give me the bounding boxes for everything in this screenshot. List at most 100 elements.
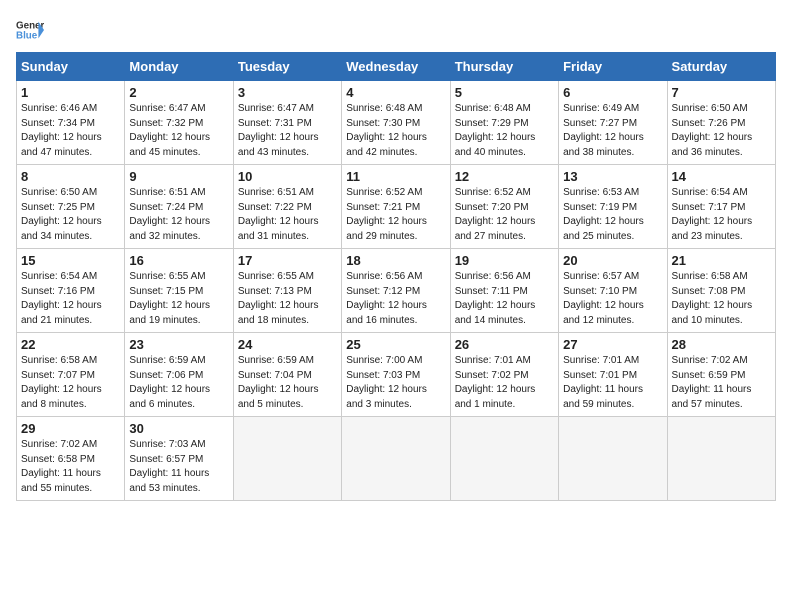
calendar-cell: 14 Sunrise: 6:54 AMSunset: 7:17 PMDayligh… — [667, 165, 775, 249]
calendar-cell: 28 Sunrise: 7:02 AMSunset: 6:59 PMDayligh… — [667, 333, 775, 417]
day-number: 8 — [21, 169, 120, 184]
day-info: Sunrise: 6:56 AMSunset: 7:12 PMDaylight:… — [346, 271, 427, 326]
calendar-cell: 15 Sunrise: 6:54 AMSunset: 7:16 PMDayligh… — [17, 249, 125, 333]
day-info: Sunrise: 6:54 AMSunset: 7:16 PMDaylight:… — [21, 271, 102, 326]
svg-text:Blue: Blue — [16, 30, 38, 41]
calendar-week-5: 29 Sunrise: 7:02 AMSunset: 6:58 PMDayligh… — [17, 417, 776, 501]
day-info: Sunrise: 6:48 AMSunset: 7:30 PMDaylight:… — [346, 103, 427, 158]
day-info: Sunrise: 6:55 AMSunset: 7:13 PMDaylight:… — [238, 271, 319, 326]
day-info: Sunrise: 6:58 AMSunset: 7:08 PMDaylight:… — [672, 271, 753, 326]
weekday-header-wednesday: Wednesday — [342, 53, 450, 81]
weekday-header-saturday: Saturday — [667, 53, 775, 81]
day-number: 20 — [563, 253, 662, 268]
calendar-cell: 5Sunrise: 6:48 AMSunset: 7:29 PMDaylight… — [450, 81, 558, 165]
day-number: 12 — [455, 169, 554, 184]
calendar-cell: 23 Sunrise: 6:59 AMSunset: 7:06 PMDayligh… — [125, 333, 233, 417]
day-number: 2 — [129, 85, 228, 100]
weekday-header-tuesday: Tuesday — [233, 53, 341, 81]
weekday-header-friday: Friday — [559, 53, 667, 81]
calendar-week-4: 22Sunrise: 6:58 AMSunset: 7:07 PMDayligh… — [17, 333, 776, 417]
day-info: Sunrise: 6:50 AMSunset: 7:25 PMDaylight:… — [21, 187, 102, 242]
day-info: Sunrise: 6:48 AMSunset: 7:29 PMDaylight:… — [455, 103, 536, 158]
day-number: 9 — [129, 169, 228, 184]
day-number: 16 — [129, 253, 228, 268]
day-info: Sunrise: 6:57 AMSunset: 7:10 PMDaylight:… — [563, 271, 644, 326]
day-number: 22 — [21, 337, 120, 352]
day-number: 29 — [21, 421, 120, 436]
day-info: Sunrise: 6:50 AMSunset: 7:26 PMDaylight:… — [672, 103, 753, 158]
calendar-cell: 10Sunrise: 6:51 AMSunset: 7:22 PMDayligh… — [233, 165, 341, 249]
day-info: Sunrise: 6:46 AMSunset: 7:34 PMDaylight:… — [21, 103, 102, 158]
day-number: 21 — [672, 253, 771, 268]
calendar-cell: 1 Sunrise: 6:46 AMSunset: 7:34 PMDaylight… — [17, 81, 125, 165]
calendar-cell: 30 Sunrise: 7:03 AMSunset: 6:57 PMDayligh… — [125, 417, 233, 501]
day-info: Sunrise: 6:56 AMSunset: 7:11 PMDaylight:… — [455, 271, 536, 326]
calendar-cell — [233, 417, 341, 501]
day-number: 18 — [346, 253, 445, 268]
calendar-week-3: 15 Sunrise: 6:54 AMSunset: 7:16 PMDayligh… — [17, 249, 776, 333]
day-number: 19 — [455, 253, 554, 268]
calendar-week-2: 8 Sunrise: 6:50 AMSunset: 7:25 PMDaylight… — [17, 165, 776, 249]
day-number: 10 — [238, 169, 337, 184]
logo: General Blue — [16, 16, 44, 44]
calendar-cell: 25 Sunrise: 7:00 AMSunset: 7:03 PMDayligh… — [342, 333, 450, 417]
day-info: Sunrise: 6:59 AMSunset: 7:06 PMDaylight:… — [129, 355, 210, 410]
logo-icon: General Blue — [16, 16, 44, 44]
weekday-header-monday: Monday — [125, 53, 233, 81]
day-info: Sunrise: 6:49 AMSunset: 7:27 PMDaylight:… — [563, 103, 644, 158]
day-number: 23 — [129, 337, 228, 352]
day-info: Sunrise: 6:52 AMSunset: 7:21 PMDaylight:… — [346, 187, 427, 242]
day-number: 26 — [455, 337, 554, 352]
day-info: Sunrise: 6:47 AMSunset: 7:31 PMDaylight:… — [238, 103, 319, 158]
day-number: 30 — [129, 421, 228, 436]
day-number: 3 — [238, 85, 337, 100]
calendar-cell — [667, 417, 775, 501]
day-info: Sunrise: 7:01 AMSunset: 7:02 PMDaylight:… — [455, 355, 536, 410]
day-number: 14 — [672, 169, 771, 184]
weekday-header-sunday: Sunday — [17, 53, 125, 81]
day-info: Sunrise: 6:59 AMSunset: 7:04 PMDaylight:… — [238, 355, 319, 410]
day-info: Sunrise: 6:51 AMSunset: 7:24 PMDaylight:… — [129, 187, 210, 242]
calendar-cell: 9 Sunrise: 6:51 AMSunset: 7:24 PMDaylight… — [125, 165, 233, 249]
calendar-cell — [450, 417, 558, 501]
calendar-week-1: 1 Sunrise: 6:46 AMSunset: 7:34 PMDaylight… — [17, 81, 776, 165]
calendar-cell: 13 Sunrise: 6:53 AMSunset: 7:19 PMDayligh… — [559, 165, 667, 249]
page-header: General Blue — [16, 16, 776, 44]
day-number: 13 — [563, 169, 662, 184]
calendar-table: SundayMondayTuesdayWednesdayThursdayFrid… — [16, 52, 776, 501]
calendar-cell — [559, 417, 667, 501]
day-info: Sunrise: 7:00 AMSunset: 7:03 PMDaylight:… — [346, 355, 427, 410]
calendar-cell: 6 Sunrise: 6:49 AMSunset: 7:27 PMDaylight… — [559, 81, 667, 165]
calendar-cell: 17 Sunrise: 6:55 AMSunset: 7:13 PMDayligh… — [233, 249, 341, 333]
calendar-cell: 29 Sunrise: 7:02 AMSunset: 6:58 PMDayligh… — [17, 417, 125, 501]
day-number: 27 — [563, 337, 662, 352]
day-info: Sunrise: 7:01 AMSunset: 7:01 PMDaylight:… — [563, 355, 643, 410]
calendar-cell: 7 Sunrise: 6:50 AMSunset: 7:26 PMDaylight… — [667, 81, 775, 165]
calendar-cell: 19 Sunrise: 6:56 AMSunset: 7:11 PMDayligh… — [450, 249, 558, 333]
calendar-cell: 3 Sunrise: 6:47 AMSunset: 7:31 PMDaylight… — [233, 81, 341, 165]
day-number: 7 — [672, 85, 771, 100]
calendar-cell: 8 Sunrise: 6:50 AMSunset: 7:25 PMDaylight… — [17, 165, 125, 249]
day-info: Sunrise: 7:02 AMSunset: 6:58 PMDaylight:… — [21, 439, 101, 494]
day-number: 4 — [346, 85, 445, 100]
day-info: Sunrise: 6:53 AMSunset: 7:19 PMDaylight:… — [563, 187, 644, 242]
day-number: 11 — [346, 169, 445, 184]
day-number: 1 — [21, 85, 120, 100]
calendar-cell: 20 Sunrise: 6:57 AMSunset: 7:10 PMDayligh… — [559, 249, 667, 333]
day-number: 24 — [238, 337, 337, 352]
day-number: 6 — [563, 85, 662, 100]
day-number: 17 — [238, 253, 337, 268]
day-info: Sunrise: 6:54 AMSunset: 7:17 PMDaylight:… — [672, 187, 753, 242]
day-info: Sunrise: 6:55 AMSunset: 7:15 PMDaylight:… — [129, 271, 210, 326]
calendar-cell: 22Sunrise: 6:58 AMSunset: 7:07 PMDayligh… — [17, 333, 125, 417]
day-info: Sunrise: 6:47 AMSunset: 7:32 PMDaylight:… — [129, 103, 210, 158]
calendar-cell: 4 Sunrise: 6:48 AMSunset: 7:30 PMDaylight… — [342, 81, 450, 165]
calendar-cell: 18 Sunrise: 6:56 AMSunset: 7:12 PMDayligh… — [342, 249, 450, 333]
weekday-header-thursday: Thursday — [450, 53, 558, 81]
calendar-cell: 11 Sunrise: 6:52 AMSunset: 7:21 PMDayligh… — [342, 165, 450, 249]
day-info: Sunrise: 7:02 AMSunset: 6:59 PMDaylight:… — [672, 355, 752, 410]
day-number: 15 — [21, 253, 120, 268]
day-info: Sunrise: 7:03 AMSunset: 6:57 PMDaylight:… — [129, 439, 209, 494]
day-number: 25 — [346, 337, 445, 352]
day-number: 28 — [672, 337, 771, 352]
